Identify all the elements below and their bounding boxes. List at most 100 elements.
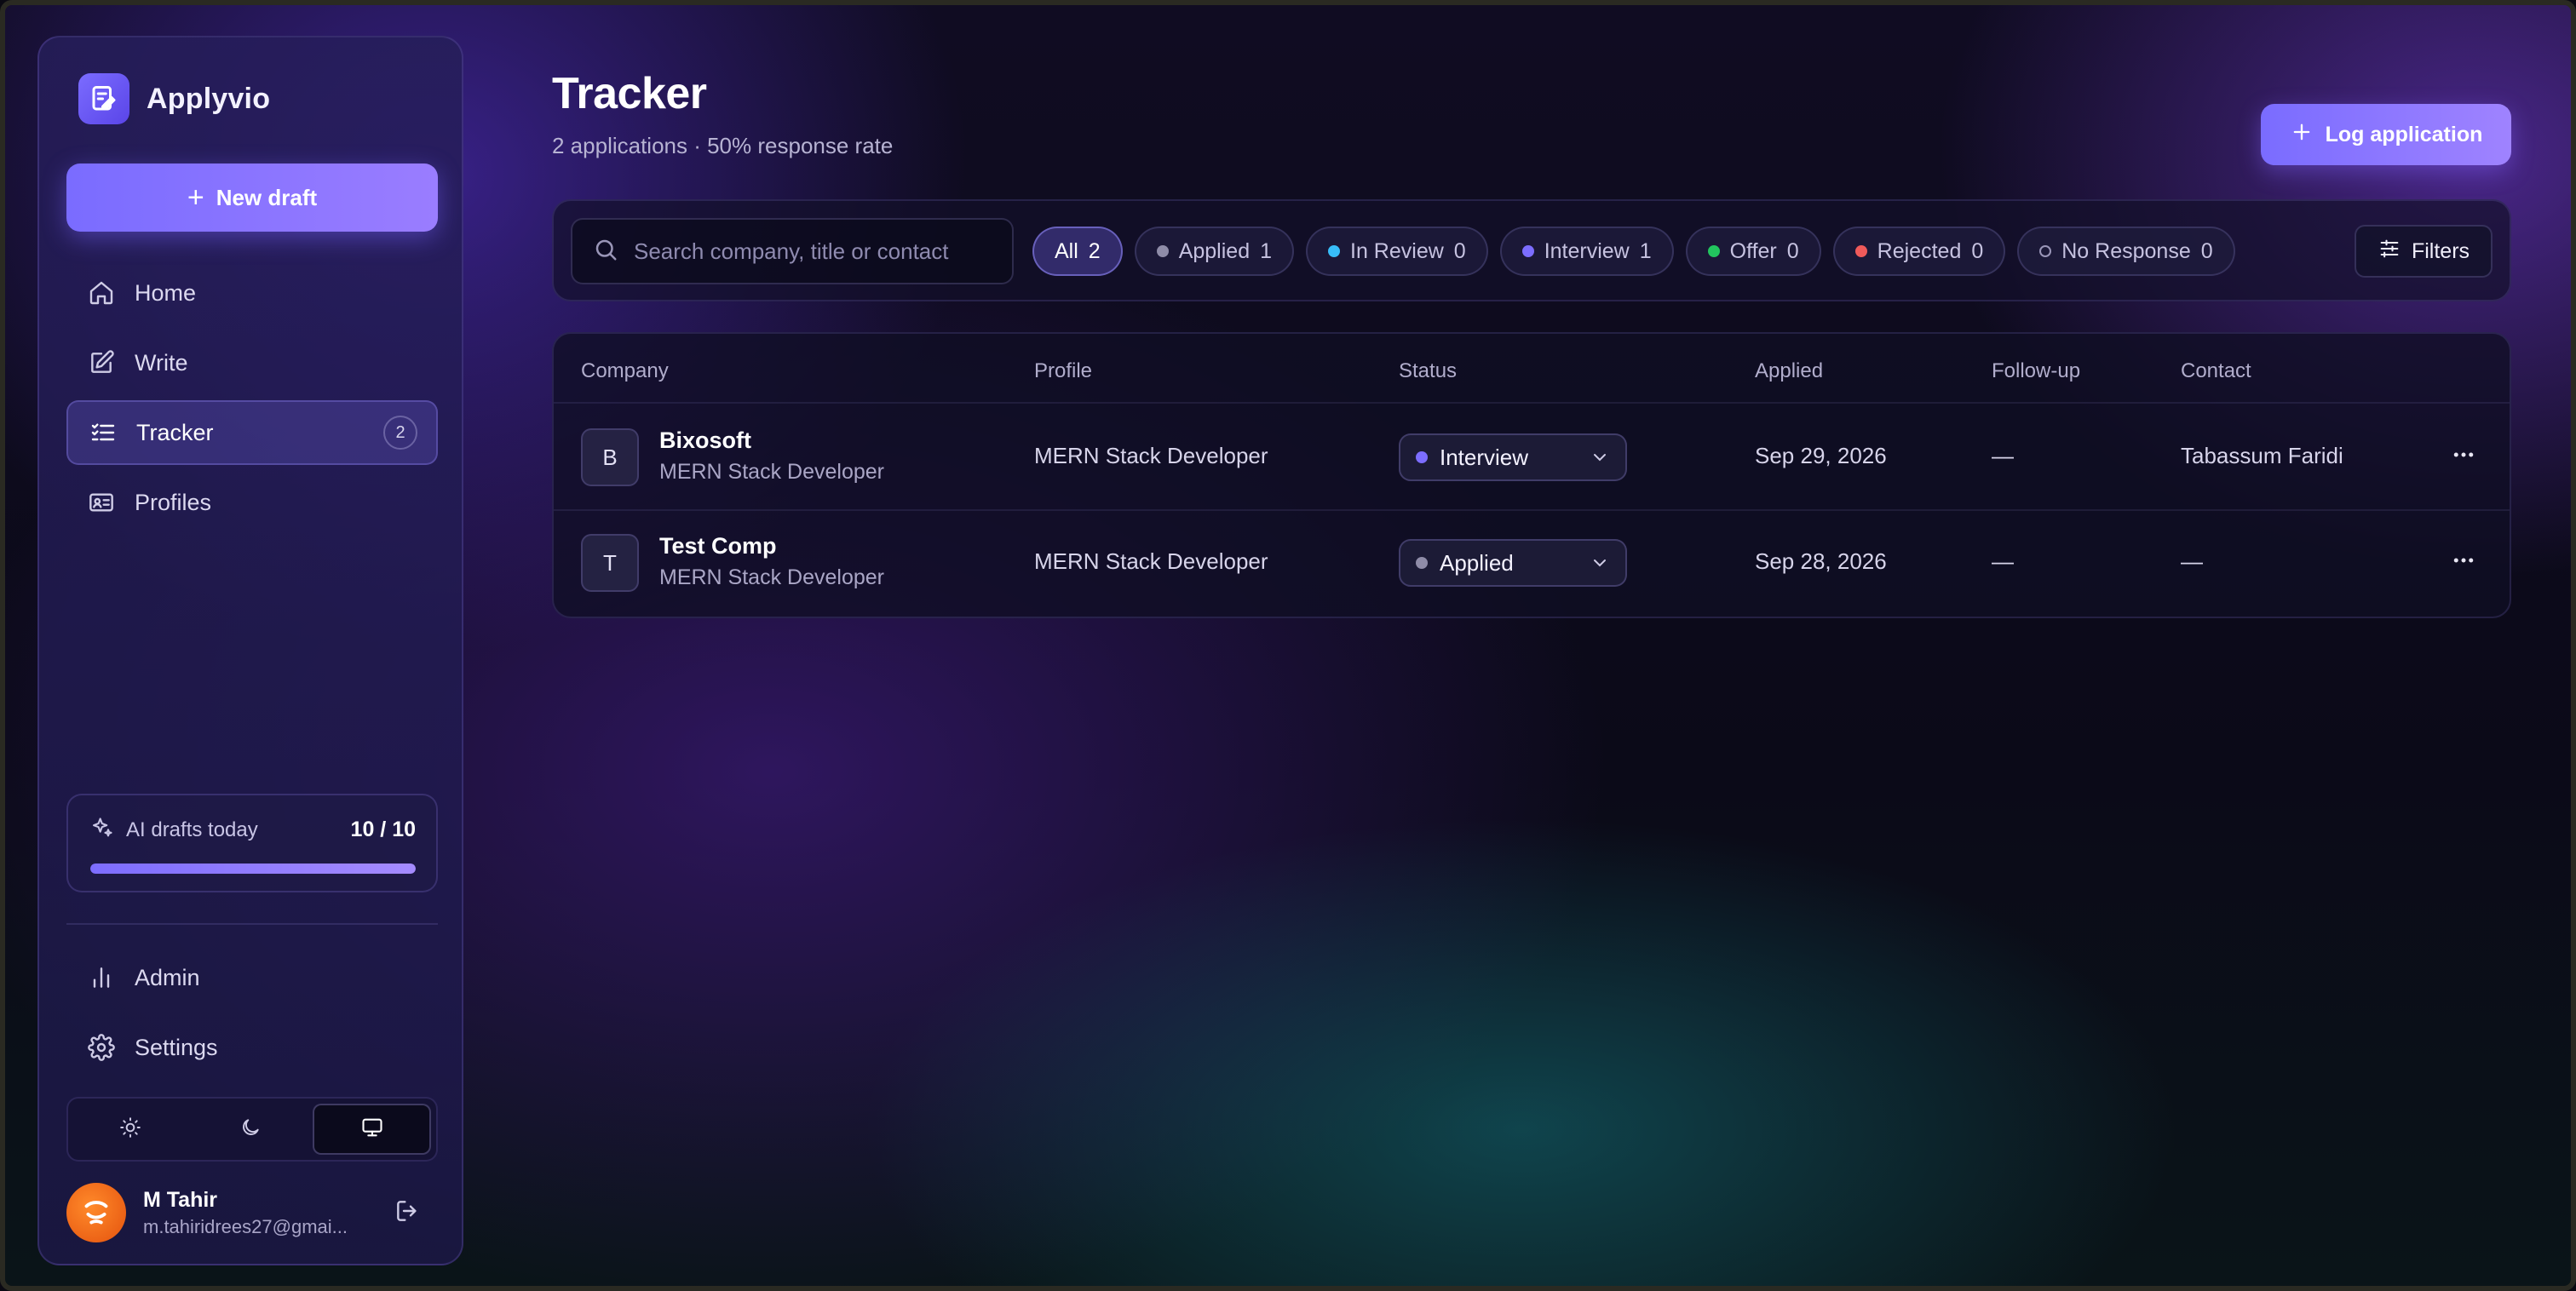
sidebar-nav-bottom: Admin Settings [66, 945, 438, 1085]
filters-button[interactable]: Filters [2355, 225, 2493, 278]
chip-interview[interactable]: Interview 1 [1499, 227, 1674, 276]
user-email: m.tahiridrees27@gmai... [143, 1215, 348, 1237]
filters-label: Filters [2411, 238, 2470, 263]
search-input[interactable] [634, 220, 1012, 283]
row-menu-button[interactable] [2447, 547, 2481, 577]
user-profile[interactable]: M Tahir m.tahiridrees27@gmai... [66, 1179, 438, 1247]
sidebar-item-profiles[interactable]: Profiles [66, 470, 438, 535]
avatar [66, 1183, 126, 1242]
followup-cell: — [1992, 443, 2014, 468]
new-draft-button[interactable]: + New draft [66, 164, 438, 232]
column-header: Follow-up [1992, 359, 2081, 382]
new-draft-label: New draft [216, 184, 318, 210]
chip-applied[interactable]: Applied 1 [1134, 227, 1295, 276]
column-header: Company [581, 359, 669, 382]
chip-count: 2 [1088, 238, 1101, 263]
more-horizontal-icon [2451, 548, 2476, 577]
status-dot [1854, 245, 1867, 257]
table-row[interactable]: B Bixosoft MERN Stack Developer MERN Sta… [554, 405, 2510, 509]
theme-light-button[interactable] [73, 1104, 188, 1155]
page-title: Tracker [552, 69, 707, 118]
ai-drafts-label: AI drafts today [126, 818, 258, 841]
app-name: Applyvio [147, 82, 271, 115]
page-subtitle: 2 applications · 50% response rate [552, 133, 894, 158]
sidebar-item-tracker[interactable]: Tracker 2 [66, 400, 438, 465]
monitor-icon [360, 1116, 384, 1144]
status-dot [1416, 557, 1428, 569]
plus-icon [2290, 120, 2314, 150]
status-select[interactable]: Interview [1399, 433, 1627, 481]
chip-label: Applied [1178, 238, 1251, 263]
chip-label: In Review [1350, 238, 1444, 263]
theme-system-button[interactable] [313, 1104, 432, 1155]
sidebar-item-label: Home [135, 279, 197, 306]
column-header: Contact [2181, 359, 2251, 382]
sidebar-item-write[interactable]: Write [66, 330, 438, 395]
row-menu-button[interactable] [2447, 441, 2481, 472]
more-horizontal-icon [2451, 442, 2476, 472]
divider [66, 923, 438, 925]
chip-in-review[interactable]: In Review 0 [1306, 227, 1488, 276]
search-icon [593, 237, 618, 267]
status-dot [1416, 451, 1428, 463]
applied-date: Sep 29, 2026 [1755, 443, 1887, 468]
chip-offer[interactable]: Offer 0 [1685, 227, 1821, 276]
ai-drafts-card: AI drafts today 10 / 10 [66, 794, 438, 892]
status-dot [2039, 245, 2052, 257]
profile-cell: MERN Stack Developer [1034, 443, 1268, 468]
chip-count: 0 [1453, 238, 1466, 263]
logout-icon [394, 1197, 421, 1229]
sidebar-item-label: Admin [135, 964, 200, 990]
job-title: MERN Stack Developer [659, 565, 884, 589]
sidebar: Applyvio + New draft Home Write Tracker … [37, 36, 463, 1265]
app-window: Applyvio + New draft Home Write Tracker … [0, 0, 2576, 1291]
sidebar-item-label: Settings [135, 1034, 218, 1060]
applied-date: Sep 28, 2026 [1755, 548, 1887, 574]
followup-cell: — [1992, 548, 2014, 574]
chip-rejected[interactable]: Rejected 0 [1832, 227, 2006, 276]
brand[interactable]: Applyvio [78, 72, 270, 126]
status-select[interactable]: Applied [1399, 539, 1627, 587]
plus-icon: + [187, 181, 204, 214]
chip-label: Rejected [1877, 238, 1962, 263]
chip-label: Offer [1729, 238, 1777, 263]
sun-icon [119, 1116, 141, 1143]
status-dot [1521, 245, 1534, 257]
logout-button[interactable] [390, 1196, 424, 1230]
column-header: Status [1399, 359, 1458, 382]
theme-dark-button[interactable] [193, 1104, 308, 1155]
table-header: Company Profile Status Applied Follow-up… [554, 334, 2510, 404]
table-row[interactable]: T Test Comp MERN Stack Developer MERN St… [554, 509, 2510, 613]
id-card-icon [87, 488, 116, 517]
chip-count: 1 [1260, 238, 1273, 263]
home-icon [87, 278, 116, 307]
column-header: Profile [1034, 359, 1093, 382]
applications-table: Company Profile Status Applied Follow-up… [552, 332, 2511, 618]
log-application-button[interactable]: Log application [2261, 104, 2511, 165]
company-initial: B [581, 428, 639, 486]
company-initial: T [581, 534, 639, 592]
chip-no-response[interactable]: No Response 0 [2017, 227, 2235, 276]
ai-drafts-progress-fill [90, 864, 416, 874]
status-value: Applied [1440, 549, 1514, 576]
chevron-down-icon [1590, 553, 1610, 579]
sidebar-item-settings[interactable]: Settings [66, 1015, 438, 1080]
sidebar-item-label: Profiles [135, 489, 212, 515]
sidebar-item-home[interactable]: Home [66, 261, 438, 325]
company-name: Test Comp [659, 533, 777, 559]
sparkles-icon [90, 816, 114, 844]
sidebar-item-label: Tracker [136, 419, 214, 445]
chip-count: 0 [1786, 238, 1799, 263]
tracker-icon [89, 418, 118, 447]
sidebar-item-admin[interactable]: Admin [66, 945, 438, 1010]
sliders-icon [2378, 237, 2401, 267]
filter-bar: All 2 Applied 1 In Review 0 Interview 1 … [552, 199, 2511, 301]
company-name: Bixosoft [659, 427, 751, 453]
search-box [571, 218, 1014, 284]
chip-all[interactable]: All 2 [1032, 227, 1123, 276]
status-dot [1707, 245, 1720, 257]
chip-label: No Response [2061, 238, 2191, 263]
status-dot [1328, 245, 1341, 257]
contact-cell: Tabassum Faridi [2181, 443, 2343, 468]
chevron-down-icon [1590, 447, 1610, 473]
